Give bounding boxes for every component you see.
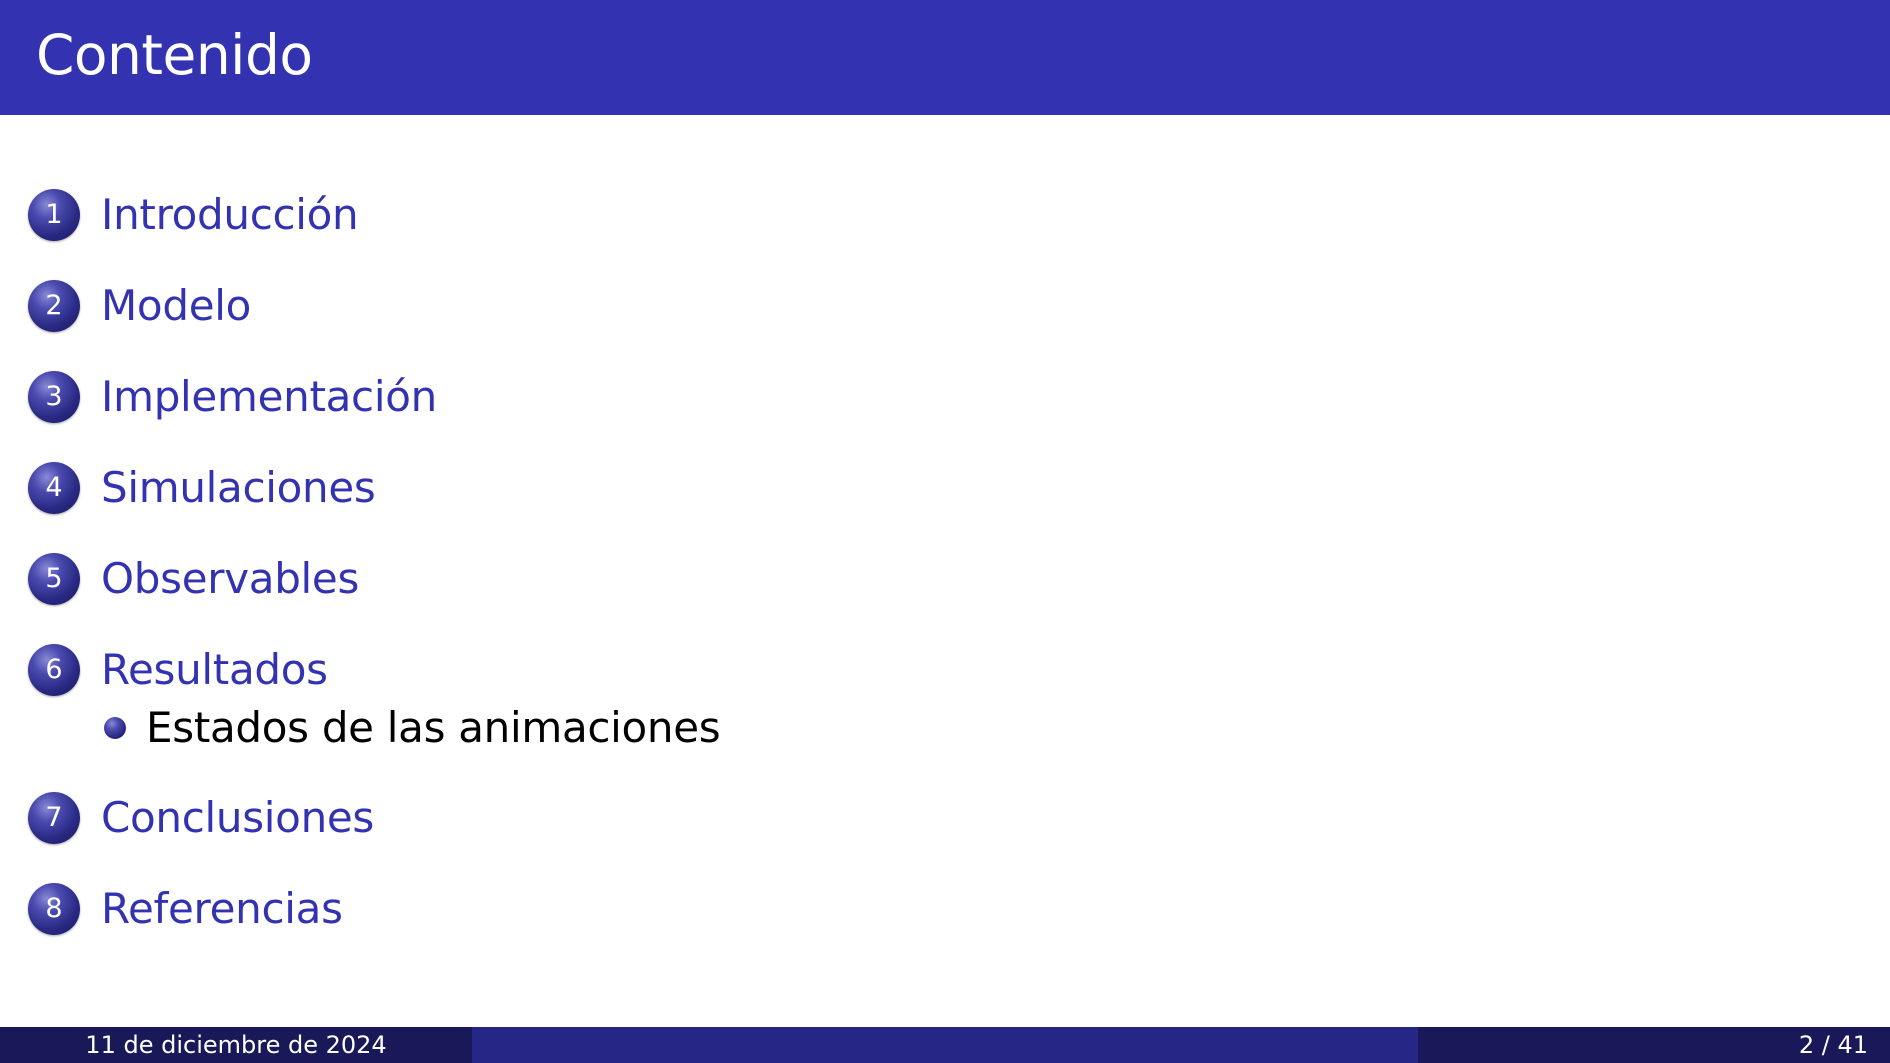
toc-item-label: Introducción xyxy=(101,190,359,239)
slide: Contenido 1 Introducción 2 Modelo 3 Impl… xyxy=(0,0,1890,1063)
toc-item-label: Conclusiones xyxy=(101,793,375,842)
page-number: 2 / 41 xyxy=(1418,1027,1890,1063)
toc-item-label: Implementación xyxy=(101,372,437,421)
toc-item-introduccion[interactable]: 1 Introducción xyxy=(28,188,359,242)
toc-item-implementacion[interactable]: 3 Implementación xyxy=(28,370,437,424)
section-number-ball: 7 xyxy=(28,792,80,844)
section-number-ball: 2 xyxy=(28,280,80,332)
toc-item-simulaciones[interactable]: 4 Simulaciones xyxy=(28,461,376,515)
toc-subitem-label: Estados de las animaciones xyxy=(146,703,721,752)
toc-item-resultados[interactable]: 6 Resultados xyxy=(28,643,328,697)
toc-item-label: Observables xyxy=(101,554,360,603)
toc-item-label: Resultados xyxy=(101,645,328,694)
section-number-ball: 1 xyxy=(28,189,80,241)
section-number-ball: 4 xyxy=(28,462,80,514)
section-number-ball: 6 xyxy=(28,644,80,696)
toc-subitem-estados-animaciones[interactable]: Estados de las animaciones xyxy=(104,703,721,753)
toc-item-label: Referencias xyxy=(101,884,343,933)
toc-item-referencias[interactable]: 8 Referencias xyxy=(28,882,343,936)
footer-bar: 11 de diciembre de 2024 2 / 41 xyxy=(0,1027,1890,1063)
toc-item-modelo[interactable]: 2 Modelo xyxy=(28,279,251,333)
section-number-ball: 8 xyxy=(28,883,80,935)
section-number-ball: 5 xyxy=(28,553,80,605)
bullet-icon xyxy=(104,717,126,739)
toc-item-conclusiones[interactable]: 7 Conclusiones xyxy=(28,791,374,845)
footer-middle-band xyxy=(472,1027,1418,1063)
footer-date: 11 de diciembre de 2024 xyxy=(0,1027,472,1063)
toc-item-observables[interactable]: 5 Observables xyxy=(28,552,359,606)
toc-item-label: Modelo xyxy=(101,281,251,330)
toc-item-label: Simulaciones xyxy=(101,463,376,512)
table-of-contents: 1 Introducción 2 Modelo 3 Implementación… xyxy=(0,0,1890,1063)
section-number-ball: 3 xyxy=(28,371,80,423)
